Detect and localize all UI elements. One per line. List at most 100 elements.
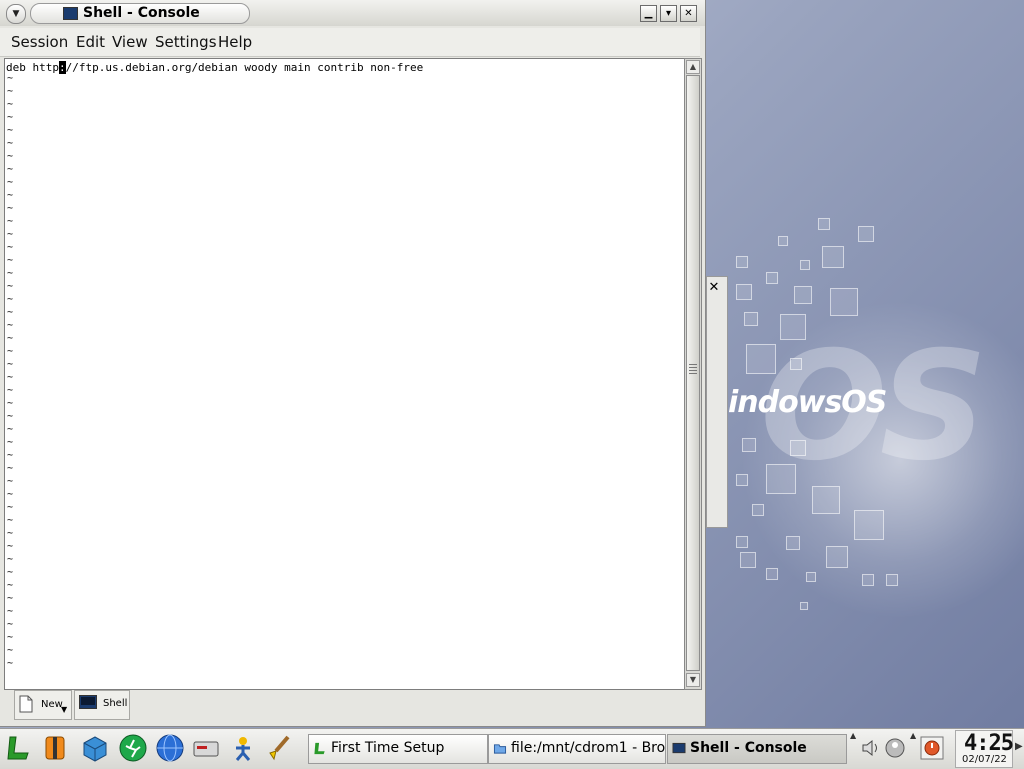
clock-time: 4:25 (964, 731, 1014, 756)
user-status-icon[interactable] (884, 737, 906, 759)
deco-square (862, 574, 874, 586)
tilde-line: ~ (7, 606, 14, 617)
deco-square (766, 568, 778, 580)
terminal-text-before-cursor: deb http (6, 61, 59, 74)
setup-icon (314, 742, 325, 755)
tilde-line: ~ (7, 190, 14, 201)
menu-edit[interactable]: Edit (76, 33, 105, 51)
maximize-button[interactable]: ▾ (660, 5, 677, 22)
scroll-grip (689, 364, 697, 376)
title-pill: Shell - Console (30, 3, 250, 24)
tilde-line: ~ (7, 515, 14, 526)
terminal-icon (672, 742, 686, 754)
menu-settings[interactable]: Settings (155, 33, 217, 51)
task-label: First Time Setup (331, 740, 445, 756)
deco-square (818, 218, 830, 230)
task-label: Shell - Console (690, 740, 807, 756)
deco-square (886, 574, 898, 586)
person-icon[interactable] (228, 733, 258, 763)
tilde-line: ~ (7, 463, 14, 474)
vertical-scrollbar[interactable]: ▲ ▼ (684, 58, 702, 690)
window-menu-button[interactable]: ▼ (6, 4, 26, 24)
menu-view[interactable]: View (112, 33, 148, 51)
tilde-line: ~ (7, 528, 14, 539)
scroll-thumb[interactable] (686, 75, 700, 671)
terminal-text-after-cursor: //ftp.us.debian.org/debian woody main co… (65, 61, 424, 74)
lindows-logo: indowsOS (728, 385, 887, 420)
deco-square (800, 260, 810, 270)
tray-scroll-up-icon[interactable]: ▲ (850, 731, 856, 740)
deco-square (780, 314, 806, 340)
deco-square (744, 312, 758, 326)
drive-icon[interactable] (191, 733, 221, 763)
deco-square (736, 474, 748, 486)
background-window[interactable]: ✕ (706, 276, 728, 528)
terminal-cursor: : (58, 61, 66, 74)
tilde-line: ~ (7, 216, 14, 227)
tilde-line: ~ (7, 125, 14, 136)
tilde-line: ~ (7, 658, 14, 669)
new-document-icon (19, 695, 33, 713)
deco-square (766, 464, 796, 494)
tilde-line: ~ (7, 99, 14, 110)
tilde-line: ~ (7, 554, 14, 565)
tilde-line: ~ (7, 645, 14, 656)
tray-scroll-up-icon[interactable]: ▲ (910, 731, 916, 740)
tilde-line: ~ (7, 255, 14, 266)
tilde-line: ~ (7, 593, 14, 604)
deco-square (800, 602, 808, 610)
lindows-icon[interactable] (4, 733, 34, 763)
title-bar[interactable]: ▼ Shell - Console ▁ ▾ ✕ (0, 0, 705, 26)
tab-shell[interactable]: Shell (74, 690, 130, 720)
deco-square (740, 552, 756, 568)
minimize-button[interactable]: ▁ (640, 5, 657, 22)
chevron-right-icon[interactable]: ▶ (1015, 741, 1023, 752)
tilde-line: ~ (7, 385, 14, 396)
deco-square (794, 286, 812, 304)
deco-square (822, 246, 844, 268)
clock[interactable]: 4:25 02/07/22 (955, 730, 1014, 768)
tilde-line: ~ (7, 580, 14, 591)
scroll-up-arrow[interactable]: ▲ (686, 60, 700, 74)
globe-icon[interactable] (155, 733, 185, 763)
deco-square (790, 440, 806, 456)
konsole-window: ▼ Shell - Console ▁ ▾ ✕ Session Edit Vie… (0, 0, 706, 727)
task-file-browser[interactable]: file:/mnt/cdrom1 - Brow (488, 734, 666, 764)
terminal-area[interactable]: deb http://ftp.us.debian.org/debian wood… (4, 58, 686, 690)
task-label: file:/mnt/cdrom1 - Brow (511, 740, 666, 756)
tilde-line: ~ (7, 411, 14, 422)
tilde-line: ~ (7, 619, 14, 630)
task-first-time-setup[interactable]: First Time Setup (308, 734, 488, 764)
tilde-line: ~ (7, 502, 14, 513)
tilde-line: ~ (7, 138, 14, 149)
tilde-line: ~ (7, 541, 14, 552)
deco-square (830, 288, 858, 316)
terminal-line: deb http://ftp.us.debian.org/debian wood… (6, 61, 423, 74)
close-icon[interactable]: ✕ (707, 281, 721, 295)
menu-help[interactable]: Help (218, 33, 252, 51)
tilde-line: ~ (7, 242, 14, 253)
runner-icon[interactable] (118, 733, 148, 763)
deco-square (786, 536, 800, 550)
deco-square (778, 236, 788, 246)
lifejacket-icon[interactable] (40, 733, 70, 763)
speaker-icon[interactable] (860, 737, 882, 759)
tilde-line: ~ (7, 398, 14, 409)
deco-square (812, 486, 840, 514)
new-session-label: New (41, 699, 63, 710)
tilde-line: ~ (7, 424, 14, 435)
menu-session[interactable]: Session (11, 33, 68, 51)
tilde-line: ~ (7, 476, 14, 487)
power-icon[interactable] (920, 736, 944, 760)
close-button[interactable]: ✕ (680, 5, 697, 22)
folder-icon (493, 744, 507, 754)
new-session-button[interactable]: New ▼ (14, 690, 72, 720)
brush-icon[interactable] (264, 733, 294, 763)
tilde-line: ~ (7, 320, 14, 331)
task-shell-console[interactable]: Shell - Console (667, 734, 847, 764)
scroll-down-arrow[interactable]: ▼ (686, 673, 700, 687)
box-icon[interactable] (80, 733, 110, 763)
tilde-line: ~ (7, 164, 14, 175)
tilde-line: ~ (7, 372, 14, 383)
tilde-line: ~ (7, 489, 14, 500)
